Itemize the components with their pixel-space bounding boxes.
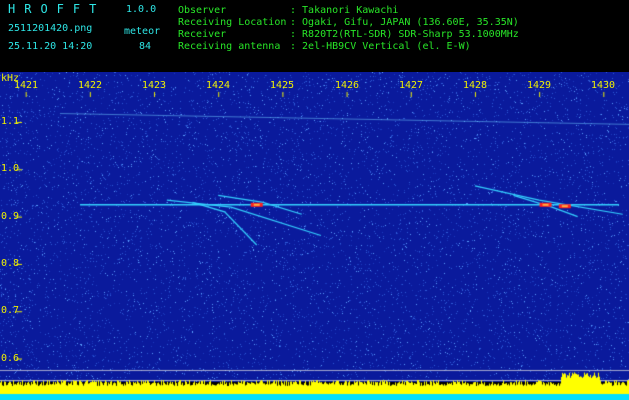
antenna-label: Receiving antenna bbox=[178, 41, 281, 52]
file-name: 2511201420.png bbox=[8, 23, 93, 34]
x-tick-1426: 1426 bbox=[334, 80, 360, 91]
y-tick-0-9: 0.9 bbox=[1, 211, 20, 222]
x-tick-1424: 1424 bbox=[205, 80, 231, 91]
x-tick-1425: 1425 bbox=[269, 80, 295, 91]
receiver-value: : R820T2(RTL-SDR) SDR-Sharp 53.1000MHz bbox=[290, 29, 519, 40]
x-tick-1428: 1428 bbox=[462, 80, 488, 91]
x-tick-1423: 1423 bbox=[141, 80, 167, 91]
app-name: HROFFT bbox=[8, 2, 106, 16]
meteor-count: 84 bbox=[139, 41, 152, 52]
observer-value: : Takanori Kawachi bbox=[290, 5, 399, 16]
x-tick-1422: 1422 bbox=[77, 80, 103, 91]
y-tick-0-8: 0.8 bbox=[1, 258, 20, 269]
app-version: 1.0.0 bbox=[126, 4, 157, 15]
x-tick-1430: 1430 bbox=[590, 80, 616, 91]
x-tick-1429: 1429 bbox=[526, 80, 552, 91]
date-time: 25.11.20 14:20 bbox=[8, 41, 93, 52]
antenna-value: : 2el-HB9CV Vertical (el. E-W) bbox=[290, 41, 471, 52]
location-label: Receiving Location bbox=[178, 17, 287, 28]
observer-label: Observer bbox=[178, 5, 227, 16]
receiver-label: Receiver bbox=[178, 29, 227, 40]
y-tick-1-1: 1.1 bbox=[1, 116, 20, 127]
location-value: : Ogaki, Gifu, JAPAN (136.60E, 35.35N) bbox=[290, 17, 519, 28]
spectrogram-canvas bbox=[0, 72, 629, 400]
y-tick-0-6: 0.6 bbox=[1, 353, 20, 364]
y-tick-0-7: 0.7 bbox=[1, 305, 20, 316]
x-tick-1427: 1427 bbox=[398, 80, 424, 91]
y-axis-unit: kHz bbox=[1, 73, 20, 84]
y-tick-1-0: 1.0 bbox=[1, 163, 20, 174]
meteor-label: meteor bbox=[124, 26, 161, 37]
